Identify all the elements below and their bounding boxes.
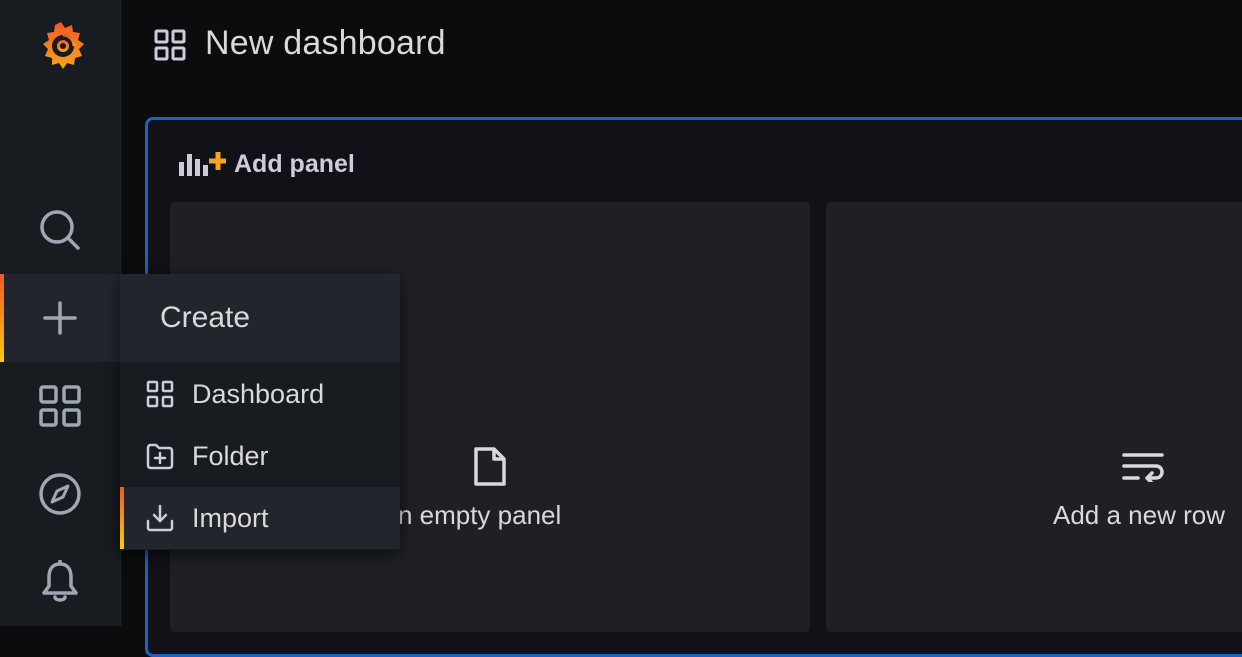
menu-item-label: Import bbox=[192, 502, 269, 533]
menu-item-import[interactable]: Import bbox=[120, 487, 400, 549]
import-icon bbox=[146, 504, 174, 532]
alerting-nav-button[interactable] bbox=[0, 538, 120, 626]
menu-item-label: Folder bbox=[192, 440, 269, 471]
page-title[interactable]: New dashboard bbox=[205, 24, 446, 63]
search-icon bbox=[40, 210, 80, 250]
menu-item-folder[interactable]: Folder bbox=[120, 425, 400, 487]
explore-nav-button[interactable] bbox=[0, 450, 120, 538]
create-nav-button[interactable] bbox=[0, 274, 120, 362]
plus-icon bbox=[43, 301, 77, 335]
add-new-row-card[interactable]: Add a new row bbox=[826, 202, 1242, 632]
top-bar: New dashboard bbox=[121, 0, 1242, 92]
wrap-text-icon bbox=[1122, 453, 1164, 482]
apps-icon bbox=[39, 385, 81, 427]
add-new-row-label: Add a new row bbox=[1053, 500, 1225, 530]
grafana-logo-icon[interactable] bbox=[34, 18, 88, 74]
apps-icon bbox=[154, 29, 186, 61]
sidebar bbox=[0, 0, 121, 626]
bell-icon bbox=[42, 560, 78, 602]
compass-icon bbox=[39, 473, 81, 515]
menu-item-label: Dashboard bbox=[192, 378, 325, 409]
search-nav-button[interactable] bbox=[0, 186, 120, 274]
dashboards-nav-button[interactable] bbox=[0, 362, 120, 450]
add-panel-icon bbox=[179, 152, 226, 176]
file-icon bbox=[474, 447, 506, 486]
folder-plus-icon bbox=[146, 443, 174, 470]
add-panel-header: Add panel bbox=[178, 148, 355, 180]
apps-icon bbox=[146, 380, 174, 408]
create-menu-title: Create bbox=[160, 301, 251, 334]
create-menu-header[interactable]: Create bbox=[120, 274, 400, 362]
create-menu: Create Dashboard Folder Import bbox=[120, 274, 400, 550]
menu-item-dashboard[interactable]: Dashboard bbox=[120, 363, 400, 425]
add-panel-title: Add panel bbox=[234, 149, 355, 178]
